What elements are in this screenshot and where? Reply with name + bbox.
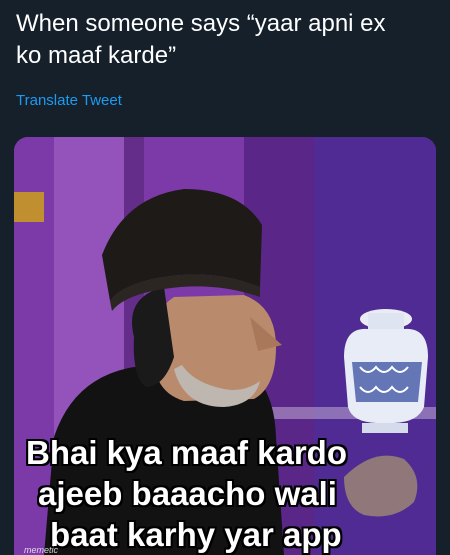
translate-tweet-link[interactable]: Translate Tweet xyxy=(16,92,122,109)
tweet-text-line-1: When someone says “yaar apni ex xyxy=(16,10,386,37)
watermark: memetic xyxy=(24,545,59,555)
caption-line-1: Bhai kya maaf kardo xyxy=(26,434,347,471)
caption-line-2: ajeeb baaacho wali xyxy=(38,475,337,512)
tweet-text-line-2: ko maaf karde” xyxy=(16,42,177,69)
meme-caption: Bhai kya maaf kardo ajeeb baaacho wali b… xyxy=(14,432,436,555)
tweet-text: When someone says “yaar apni ex ko maaf … xyxy=(16,8,436,72)
tweet-media-image[interactable]: Bhai kya maaf kardo ajeeb baaacho wali b… xyxy=(14,137,436,555)
caption-line-3: baat karhy yar app xyxy=(50,516,342,553)
